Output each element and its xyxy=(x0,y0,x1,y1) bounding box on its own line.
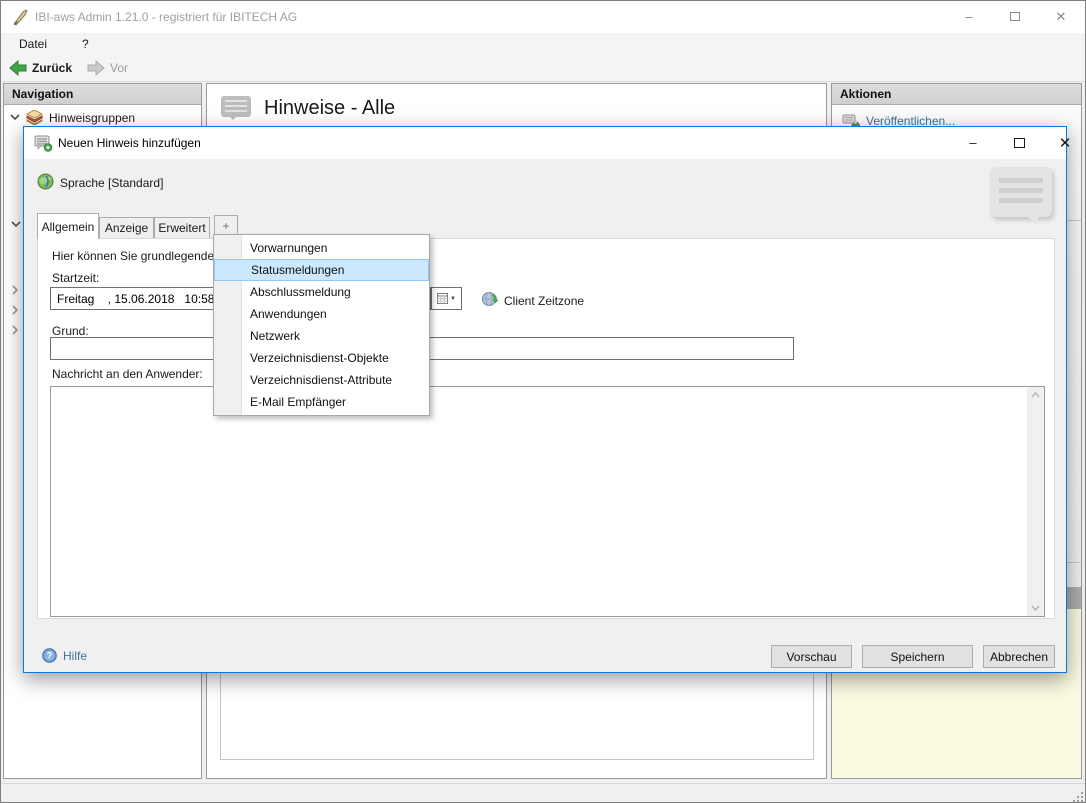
resize-grip[interactable] xyxy=(1071,790,1083,802)
message-label: Nachricht an den Anwender: xyxy=(52,367,203,381)
dialog-maximize-button[interactable] xyxy=(996,127,1042,158)
message-textarea[interactable] xyxy=(51,387,1027,616)
page-title: Hinweise - Alle xyxy=(264,97,396,119)
calendar-dropdown-button[interactable]: ▼ xyxy=(431,287,462,310)
title-bar: IBI-aws Admin 1.21.0 - registriert für I… xyxy=(1,1,1085,33)
menu-file[interactable]: Datei xyxy=(19,37,47,51)
start-time-label: Startzeit: xyxy=(52,271,100,285)
tree-item-label: Hinweisgruppen xyxy=(49,110,136,125)
dialog-title: Neuen Hinweis hinzufügen xyxy=(58,136,201,150)
status-bar xyxy=(1,783,1085,802)
tab-erweitert[interactable]: Erweitert xyxy=(154,217,210,239)
speichern-button[interactable]: Speichern xyxy=(862,645,973,668)
timezone-label: Client Zeitzone xyxy=(504,294,585,308)
navigation-header: Navigation xyxy=(4,84,201,105)
tab-allgemein[interactable]: Allgemein xyxy=(37,213,99,239)
menu-item-netzwerk[interactable]: Netzwerk xyxy=(214,325,429,347)
help-icon: ? xyxy=(42,648,57,663)
message-textarea-wrap xyxy=(50,386,1045,617)
abbrechen-button[interactable]: Abbrechen xyxy=(983,645,1055,668)
hinweise-bubble-icon xyxy=(221,96,251,120)
intro-text: Hier können Sie grundlegende Ei xyxy=(52,249,229,263)
add-hint-dialog: Neuen Hinweis hinzufügen – ✕ Sprache [St… xyxy=(23,126,1071,673)
menu-item-anwendungen[interactable]: Anwendungen xyxy=(214,303,429,325)
minimize-button[interactable]: – xyxy=(946,1,992,32)
menu-item-verzeichnisdienst-attribute[interactable]: Verzeichnisdienst-Attribute xyxy=(214,369,429,391)
chevron-down-icon[interactable] xyxy=(11,221,21,228)
reason-label: Grund: xyxy=(52,324,89,338)
tab-page-allgemein: Hier können Sie grundlegende Ei Startzei… xyxy=(37,238,1055,619)
dialog-title-bar: Neuen Hinweis hinzufügen – ✕ xyxy=(24,127,1071,159)
svg-text:?: ? xyxy=(47,651,53,661)
chevron-down-icon xyxy=(10,114,20,121)
chevron-right-icon[interactable] xyxy=(12,305,19,315)
language-globe-icon xyxy=(37,173,54,190)
help-link: Hilfe xyxy=(63,648,88,663)
watermark-bubble-icon xyxy=(990,167,1052,226)
tree-item-hinweisgruppen[interactable]: Hinweisgruppen xyxy=(10,110,201,125)
help-action[interactable]: ? Hilfe xyxy=(42,648,87,663)
back-arrow-icon xyxy=(9,60,27,76)
chevron-right-icon[interactable] xyxy=(12,325,19,335)
scroll-up-icon[interactable] xyxy=(1031,392,1040,398)
client-timezone-icon xyxy=(482,292,498,306)
forward-arrow-icon xyxy=(87,60,105,76)
language-label: Sprache [Standard] xyxy=(60,176,164,190)
menu-item-email-empfaenger[interactable]: E-Mail Empfänger xyxy=(214,391,429,413)
textarea-scrollbar[interactable] xyxy=(1027,387,1044,616)
menu-item-verzeichnisdienst-objekte[interactable]: Verzeichnisdienst-Objekte xyxy=(214,347,429,369)
vorschau-button[interactable]: Vorschau xyxy=(771,645,852,668)
forward-label: Vor xyxy=(110,61,129,75)
back-label: Zurück xyxy=(32,61,73,75)
hint-type-menu: Vorwarnungen Statusmeldungen Abschlussme… xyxy=(213,234,430,416)
hinweisgruppen-icon xyxy=(26,110,43,125)
chevron-right-icon[interactable] xyxy=(12,285,19,295)
calendar-icon xyxy=(437,293,449,304)
back-button[interactable]: Zurück xyxy=(9,60,72,76)
maximize-button[interactable] xyxy=(992,1,1038,32)
menu-bar xyxy=(1,33,1085,58)
menu-item-statusmeldungen[interactable]: Statusmeldungen xyxy=(214,259,429,281)
scroll-down-icon[interactable] xyxy=(1031,605,1040,611)
app-icon xyxy=(13,9,28,26)
dialog-close-button[interactable]: ✕ xyxy=(1042,127,1085,158)
menu-item-vorwarnungen[interactable]: Vorwarnungen xyxy=(214,237,429,259)
actions-header: Aktionen xyxy=(832,84,1081,105)
close-button[interactable]: ✕ xyxy=(1038,1,1084,32)
dropdown-arrow-icon: ▼ xyxy=(450,295,456,302)
forward-button[interactable]: Vor xyxy=(87,60,128,76)
toolbar xyxy=(1,58,1085,82)
window-title: IBI-aws Admin 1.21.0 - registriert für I… xyxy=(35,10,298,24)
menu-help[interactable]: ? xyxy=(82,37,89,51)
app-window: IBI-aws Admin 1.21.0 - registriert für I… xyxy=(0,0,1086,803)
dialog-icon xyxy=(34,135,53,152)
menu-item-abschlussmeldung[interactable]: Abschlussmeldung xyxy=(214,281,429,303)
tab-anzeige[interactable]: Anzeige xyxy=(99,217,154,239)
dialog-minimize-button[interactable]: – xyxy=(950,127,996,158)
